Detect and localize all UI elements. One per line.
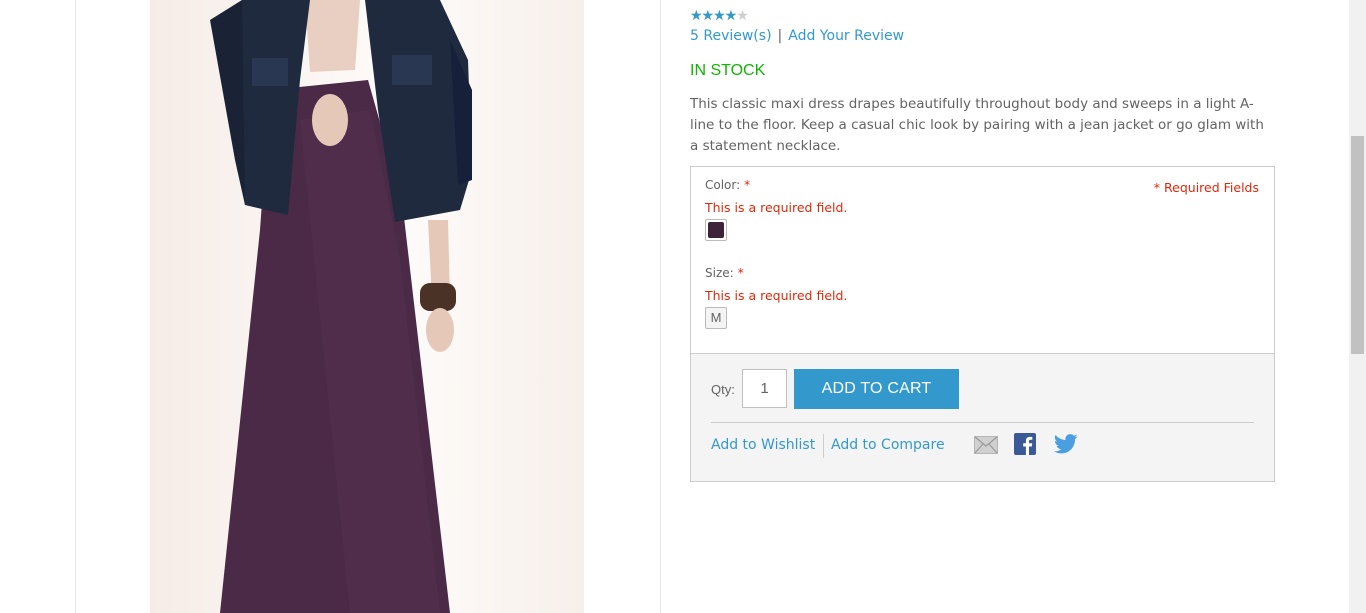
required-fields-note: * Required Fields	[1153, 180, 1259, 195]
twitter-icon[interactable]	[1053, 434, 1078, 458]
color-swatch[interactable]	[705, 219, 727, 241]
scrollbar-thumb[interactable]	[1351, 136, 1364, 354]
color-label: Color: *	[705, 178, 750, 192]
email-icon[interactable]	[974, 436, 998, 458]
links-divider	[823, 434, 824, 458]
add-to-cart-box: Qty: ADD TO CART Add to Wishlist Add to …	[690, 353, 1275, 482]
availability-status: IN STOCK	[690, 62, 766, 79]
size-label-text: Size:	[705, 266, 734, 280]
qty-label: Qty:	[711, 382, 735, 397]
color-required-marker: *	[744, 178, 751, 192]
reviews-link[interactable]: 5 Review(s)	[690, 28, 772, 44]
add-to-compare-link[interactable]: Add to Compare	[831, 437, 945, 453]
color-label-text: Color:	[705, 178, 741, 192]
dress-model-illustration	[210, 0, 472, 613]
size-swatch[interactable]: M	[705, 307, 727, 329]
product-image[interactable]	[150, 0, 584, 613]
add-to-wishlist-link[interactable]: Add to Wishlist	[711, 437, 815, 453]
reviews-row: 5 Review(s) | Add Your Review	[690, 27, 904, 45]
facebook-icon[interactable]	[1014, 433, 1036, 459]
color-swatch-fill	[708, 222, 724, 238]
cart-divider	[711, 422, 1254, 423]
product-image-panel	[75, 0, 661, 613]
qty-input[interactable]	[742, 369, 787, 408]
add-review-link[interactable]: Add Your Review	[788, 28, 904, 44]
page-scrollbar[interactable]	[1349, 0, 1366, 613]
size-error: This is a required field.	[705, 288, 848, 303]
add-to-cart-button[interactable]: ADD TO CART	[794, 369, 959, 409]
color-error: This is a required field.	[705, 200, 848, 215]
rating-stars: ★★★★★ ★★★★★	[690, 8, 749, 24]
size-label: Size: *	[705, 266, 744, 280]
product-options: * Required Fields Color: * This is a requ…	[690, 166, 1275, 354]
rating-row: ★★★★★ ★★★★★	[690, 5, 749, 24]
product-description: This classic maxi dress drapes beautiful…	[690, 96, 1264, 154]
reviews-separator: |	[777, 28, 783, 44]
size-required-marker: *	[737, 266, 744, 280]
